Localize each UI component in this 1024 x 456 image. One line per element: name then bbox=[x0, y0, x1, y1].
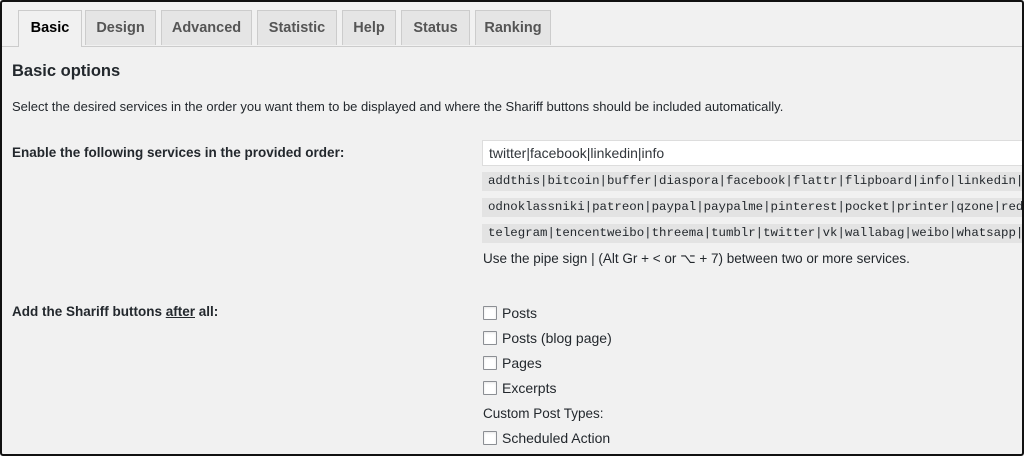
placement-label-emphasis: after bbox=[165, 304, 195, 319]
section-description: Select the desired services in the order… bbox=[12, 99, 784, 114]
tab-design[interactable]: Design bbox=[85, 10, 156, 45]
tab-basic[interactable]: Basic bbox=[18, 10, 82, 47]
posts-label: Posts bbox=[502, 305, 538, 321]
custom-post-types-label: Custom Post Types: bbox=[483, 406, 604, 421]
option-posts[interactable]: Posts bbox=[483, 304, 537, 322]
tab-bar: Basic Design Advanced Statistic Help Sta… bbox=[2, 2, 1022, 47]
option-excerpts[interactable]: Excerpts bbox=[483, 379, 556, 397]
pages-checkbox[interactable] bbox=[483, 356, 497, 370]
posts-blog-page-checkbox[interactable] bbox=[483, 331, 497, 345]
settings-panel: Basic Design Advanced Statistic Help Sta… bbox=[0, 0, 1024, 456]
services-input[interactable] bbox=[482, 140, 1022, 166]
tab-statistic[interactable]: Statistic bbox=[257, 10, 337, 45]
tab-ranking[interactable]: Ranking bbox=[475, 10, 551, 45]
placement-label: Add the Shariff buttons after all: bbox=[12, 304, 218, 319]
excerpts-label: Excerpts bbox=[502, 380, 557, 396]
posts-blog-page-label: Posts (blog page) bbox=[502, 330, 612, 346]
option-pages[interactable]: Pages bbox=[483, 354, 542, 372]
available-services-line-1: addthis|bitcoin|buffer|diaspora|facebook… bbox=[482, 172, 1022, 191]
scheduled-action-checkbox[interactable] bbox=[483, 431, 497, 445]
available-services-line-3: telegram|tencentweibo|threema|tumblr|twi… bbox=[482, 224, 1022, 243]
tab-advanced[interactable]: Advanced bbox=[161, 10, 252, 45]
posts-checkbox[interactable] bbox=[483, 306, 497, 320]
placement-label-prefix: Add the Shariff buttons bbox=[12, 304, 166, 319]
tab-status[interactable]: Status bbox=[401, 10, 470, 45]
placement-label-suffix: all: bbox=[195, 304, 219, 319]
excerpts-checkbox[interactable] bbox=[483, 381, 497, 395]
available-services-line-2: odnoklassniki|patreon|paypal|paypalme|pi… bbox=[482, 198, 1022, 217]
section-heading: Basic options bbox=[12, 62, 121, 80]
services-hint: Use the pipe sign | (Alt Gr + < or ⌥ + 7… bbox=[483, 251, 910, 266]
services-label: Enable the following services in the pro… bbox=[12, 145, 345, 160]
option-scheduled-action[interactable]: Scheduled Action bbox=[483, 429, 610, 447]
tab-help[interactable]: Help bbox=[342, 10, 396, 45]
pages-label: Pages bbox=[502, 355, 542, 371]
option-posts-blog-page[interactable]: Posts (blog page) bbox=[483, 329, 612, 347]
scheduled-action-label: Scheduled Action bbox=[502, 430, 611, 446]
